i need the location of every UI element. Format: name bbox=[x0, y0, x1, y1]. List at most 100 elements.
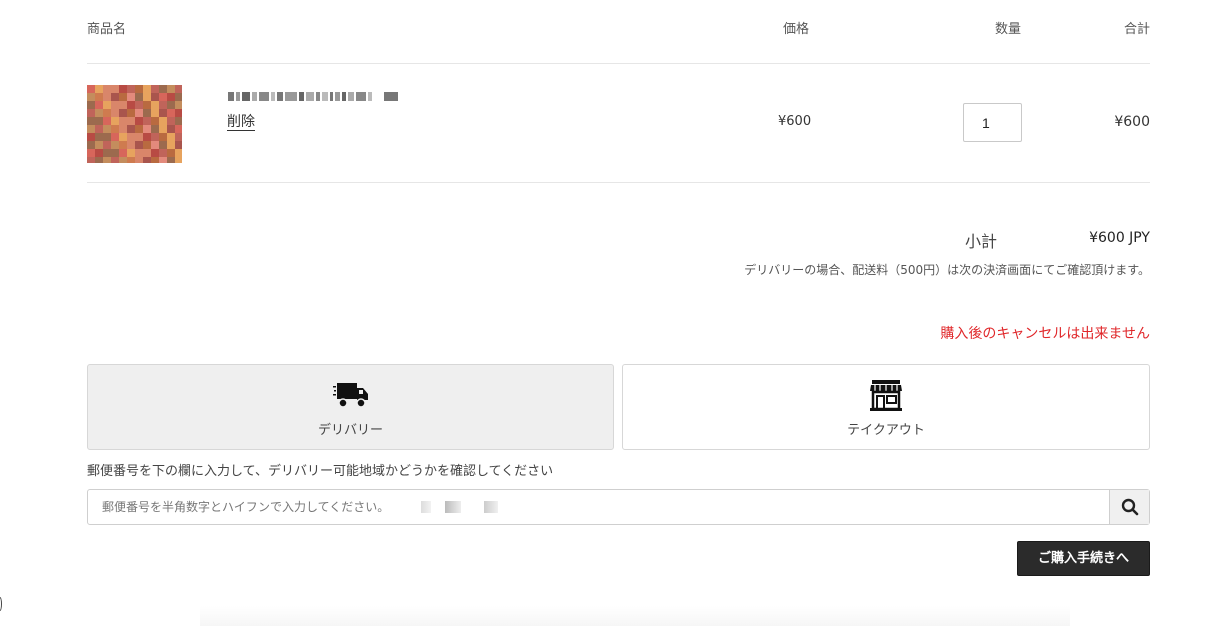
redacted-title-block bbox=[271, 92, 275, 101]
product-image-pixel bbox=[111, 109, 119, 117]
redacted-title-block bbox=[356, 92, 366, 101]
product-image-pixel bbox=[175, 125, 182, 133]
item-price: ¥600 bbox=[778, 114, 812, 129]
product-image-pixel bbox=[103, 141, 111, 149]
product-image-pixel bbox=[175, 149, 182, 157]
product-image-pixel bbox=[159, 117, 167, 125]
product-image-pixel bbox=[143, 141, 151, 149]
product-image-pixel bbox=[167, 93, 175, 101]
subtotal-label: 小計 bbox=[965, 232, 998, 251]
product-image-pixel bbox=[87, 157, 95, 163]
product-image-pixel bbox=[143, 85, 151, 93]
redacted-title-block bbox=[306, 92, 314, 101]
redacted-title-block bbox=[384, 92, 398, 101]
product-image-pixel bbox=[143, 157, 151, 163]
redacted-title-block bbox=[242, 92, 250, 101]
header-product: 商品名 bbox=[87, 22, 127, 37]
product-image-pixel bbox=[151, 157, 159, 163]
zip-search-button[interactable] bbox=[1109, 490, 1149, 524]
redacted-title-block bbox=[252, 92, 257, 101]
row-divider bbox=[87, 182, 1150, 183]
product-image-pixel bbox=[175, 133, 182, 141]
product-image-pixel bbox=[167, 109, 175, 117]
product-image-pixel bbox=[103, 85, 111, 93]
product-image-pixel bbox=[127, 117, 135, 125]
product-image-pixel bbox=[119, 101, 127, 109]
product-image-pixel bbox=[87, 101, 95, 109]
takeout-option[interactable]: テイクアウト bbox=[622, 364, 1150, 450]
product-title-redacted[interactable] bbox=[228, 86, 400, 102]
product-image-pixel bbox=[103, 149, 111, 157]
product-image-pixel bbox=[95, 157, 103, 163]
cart-table-header: 商品名 価格 数量 合計 bbox=[87, 18, 1150, 38]
product-image-pixel bbox=[127, 133, 135, 141]
product-image[interactable] bbox=[87, 85, 182, 163]
product-image-pixel bbox=[175, 93, 182, 101]
product-image-pixel bbox=[151, 85, 159, 93]
product-image-pixel bbox=[151, 149, 159, 157]
zip-hint: 郵便番号を下の欄に入力して、デリバリー可能地域かどうかを確認してください bbox=[87, 464, 554, 479]
delivery-label: デリバリー bbox=[317, 423, 383, 438]
product-image-pixel bbox=[119, 157, 127, 163]
truck-icon bbox=[332, 383, 368, 408]
product-image-pixel bbox=[151, 141, 159, 149]
product-image-pixel bbox=[111, 157, 119, 163]
product-image-pixel bbox=[151, 125, 159, 133]
product-image-pixel bbox=[111, 149, 119, 157]
quantity-input[interactable] bbox=[963, 103, 1022, 142]
product-image-pixel bbox=[159, 93, 167, 101]
product-image-pixel bbox=[151, 109, 159, 117]
product-image-pixel bbox=[87, 133, 95, 141]
product-image-pixel bbox=[87, 141, 95, 149]
takeout-label: テイクアウト bbox=[847, 423, 925, 438]
item-total: ¥600 bbox=[1114, 114, 1150, 130]
product-image-pixel bbox=[103, 133, 111, 141]
product-image-pixel bbox=[111, 125, 119, 133]
product-image-pixel bbox=[127, 101, 135, 109]
product-image-pixel bbox=[95, 93, 103, 101]
product-image-pixel bbox=[151, 101, 159, 109]
product-image-pixel bbox=[119, 141, 127, 149]
product-image-pixel bbox=[167, 117, 175, 125]
redacted-title-block bbox=[259, 92, 269, 101]
product-image-pixel bbox=[135, 117, 143, 125]
product-image-pixel bbox=[95, 109, 103, 117]
product-image-pixel bbox=[143, 149, 151, 157]
product-image-pixel bbox=[111, 93, 119, 101]
product-image-pixel bbox=[175, 109, 182, 117]
product-image-pixel bbox=[135, 85, 143, 93]
product-image-pixel bbox=[167, 157, 175, 163]
product-image-pixel bbox=[127, 93, 135, 101]
shipping-fee-note: デリバリーの場合、配送料（500円）は次の決済画面にてご確認頂けます。 bbox=[744, 263, 1150, 277]
redacted-title-block bbox=[236, 92, 240, 101]
redacted-title-block bbox=[277, 92, 283, 101]
product-image-pixel bbox=[175, 101, 182, 109]
product-image-pixel bbox=[159, 101, 167, 109]
redacted-example bbox=[484, 501, 498, 513]
product-image-pixel bbox=[143, 133, 151, 141]
edge-fragment bbox=[0, 597, 2, 611]
product-image-pixel bbox=[119, 93, 127, 101]
remove-item-link[interactable]: 削除 bbox=[227, 111, 255, 131]
product-image-pixel bbox=[135, 125, 143, 133]
redacted-title-block bbox=[316, 92, 320, 101]
product-image-pixel bbox=[95, 141, 103, 149]
product-image-pixel bbox=[87, 117, 95, 125]
redacted-title-block bbox=[368, 92, 372, 101]
product-image-pixel bbox=[159, 109, 167, 117]
product-image-pixel bbox=[95, 125, 103, 133]
product-image-pixel bbox=[135, 149, 143, 157]
product-image-pixel bbox=[103, 157, 111, 163]
product-image-pixel bbox=[143, 101, 151, 109]
product-image-pixel bbox=[167, 133, 175, 141]
product-image-pixel bbox=[167, 101, 175, 109]
product-image-pixel bbox=[159, 85, 167, 93]
product-image-pixel bbox=[103, 101, 111, 109]
checkout-button[interactable]: ご購入手続きへ bbox=[1017, 541, 1150, 576]
delivery-option[interactable]: デリバリー bbox=[87, 364, 614, 450]
redacted-title-block bbox=[322, 92, 328, 101]
product-image-pixel bbox=[151, 93, 159, 101]
zip-input[interactable] bbox=[88, 490, 1110, 524]
product-image-pixel bbox=[119, 149, 127, 157]
storefront-icon bbox=[870, 380, 902, 411]
